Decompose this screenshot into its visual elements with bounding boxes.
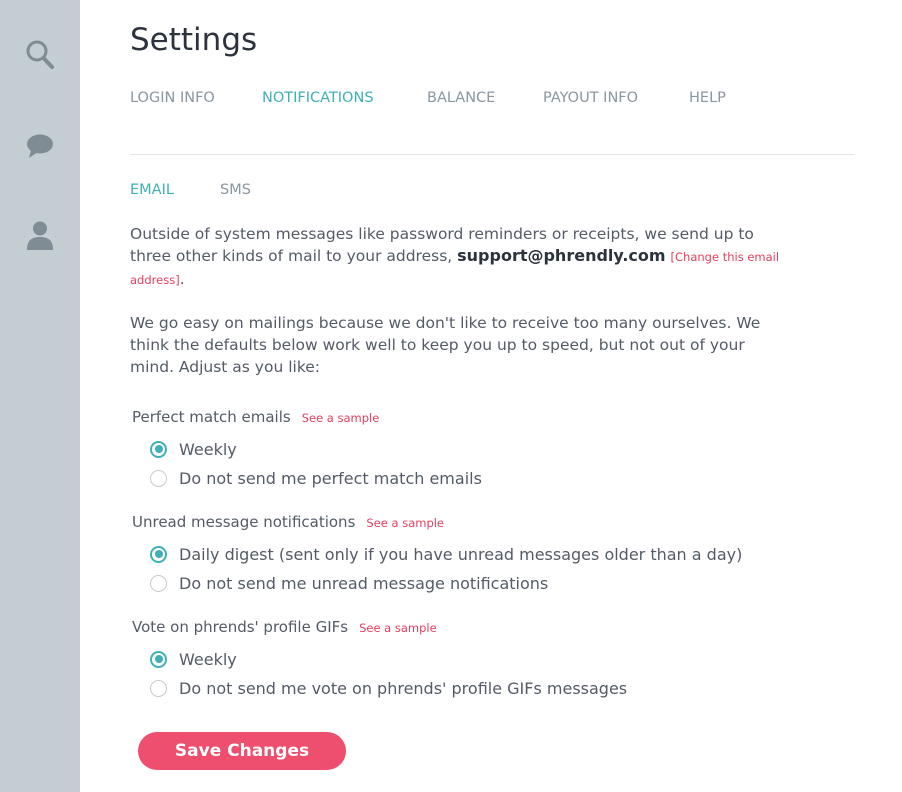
tab-balance[interactable]: BALANCE: [427, 90, 495, 106]
intro-paragraph-2: We go easy on mailings because we don't …: [130, 314, 761, 376]
page-title: Settings: [130, 22, 258, 58]
radio-button[interactable]: [150, 469, 167, 487]
see-sample-link[interactable]: See a sample: [359, 621, 437, 635]
group-title-text: Perfect match emails: [132, 408, 291, 426]
see-sample-link[interactable]: See a sample: [366, 516, 444, 530]
group-title-unread-messages: Unread message notifications See a sample: [132, 513, 444, 531]
email-address: support@phrendly.com: [457, 246, 666, 265]
save-changes-button[interactable]: Save Changes: [138, 732, 346, 770]
radio-button[interactable]: [150, 545, 167, 563]
tab-help[interactable]: HELP: [689, 90, 726, 106]
chat-icon[interactable]: [22, 128, 58, 164]
tab-notifications[interactable]: NOTIFICATIONS: [262, 90, 374, 106]
group-title-perfect-match: Perfect match emails See a sample: [132, 408, 379, 426]
radio-option[interactable]: Do not send me vote on phrends' profile …: [150, 678, 627, 698]
radio-label: Do not send me vote on phrends' profile …: [179, 678, 628, 698]
radio-button[interactable]: [150, 679, 167, 697]
settings-tabs: LOGIN INFO NOTIFICATIONS BALANCE PAYOUT …: [130, 90, 855, 110]
tabs-divider: [130, 154, 855, 155]
group-title-text: Vote on phrends' profile GIFs: [132, 618, 349, 636]
radio-label: Weekly: [179, 439, 237, 459]
radio-label: Do not send me unread message notificati…: [179, 573, 549, 593]
search-icon[interactable]: [22, 37, 58, 73]
radio-button[interactable]: [150, 650, 167, 668]
radio-button[interactable]: [150, 574, 167, 592]
radio-option[interactable]: Weekly: [150, 439, 237, 459]
group-title-vote-gifs: Vote on phrends' profile GIFs See a sampl…: [132, 618, 437, 636]
radio-label: Weekly: [179, 649, 237, 669]
radio-option[interactable]: Do not send me unread message notificati…: [150, 573, 548, 593]
radio-label: Do not send me perfect match emails: [179, 468, 482, 488]
radio-option[interactable]: Weekly: [150, 649, 237, 669]
intro-paragraph: Outside of system messages like password…: [130, 223, 785, 291]
tab-payout-info[interactable]: PAYOUT INFO: [543, 90, 638, 106]
radio-label: Daily digest (sent only if you have unre…: [179, 544, 743, 564]
subtab-sms[interactable]: SMS: [220, 182, 251, 198]
radio-option[interactable]: Daily digest (sent only if you have unre…: [150, 544, 742, 564]
radio-button[interactable]: [150, 440, 167, 458]
group-title-text: Unread message notifications: [132, 513, 356, 531]
radio-option[interactable]: Do not send me perfect match emails: [150, 468, 482, 488]
see-sample-link[interactable]: See a sample: [302, 411, 380, 425]
subtab-email[interactable]: EMAIL: [130, 182, 174, 198]
intro-end: .: [179, 270, 185, 288]
tab-login-info[interactable]: LOGIN INFO: [130, 90, 215, 106]
user-icon[interactable]: [22, 217, 58, 253]
sidebar: [0, 0, 80, 792]
